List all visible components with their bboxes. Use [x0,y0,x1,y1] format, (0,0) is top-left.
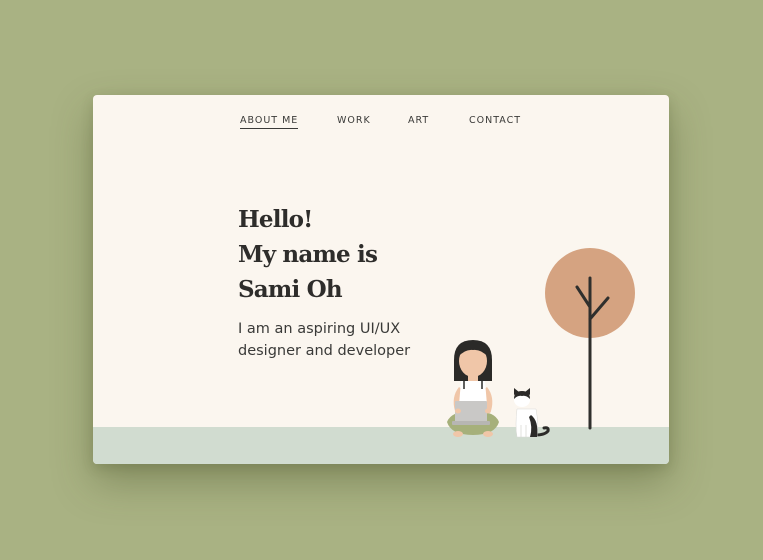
person-with-laptop-illustration [447,340,499,437]
hero-illustration [447,248,635,438]
tree-illustration [545,248,635,430]
cat-illustration [514,388,550,438]
website-card: ABOUT ME WORK ART CONTACT Hello! My name… [93,95,669,464]
